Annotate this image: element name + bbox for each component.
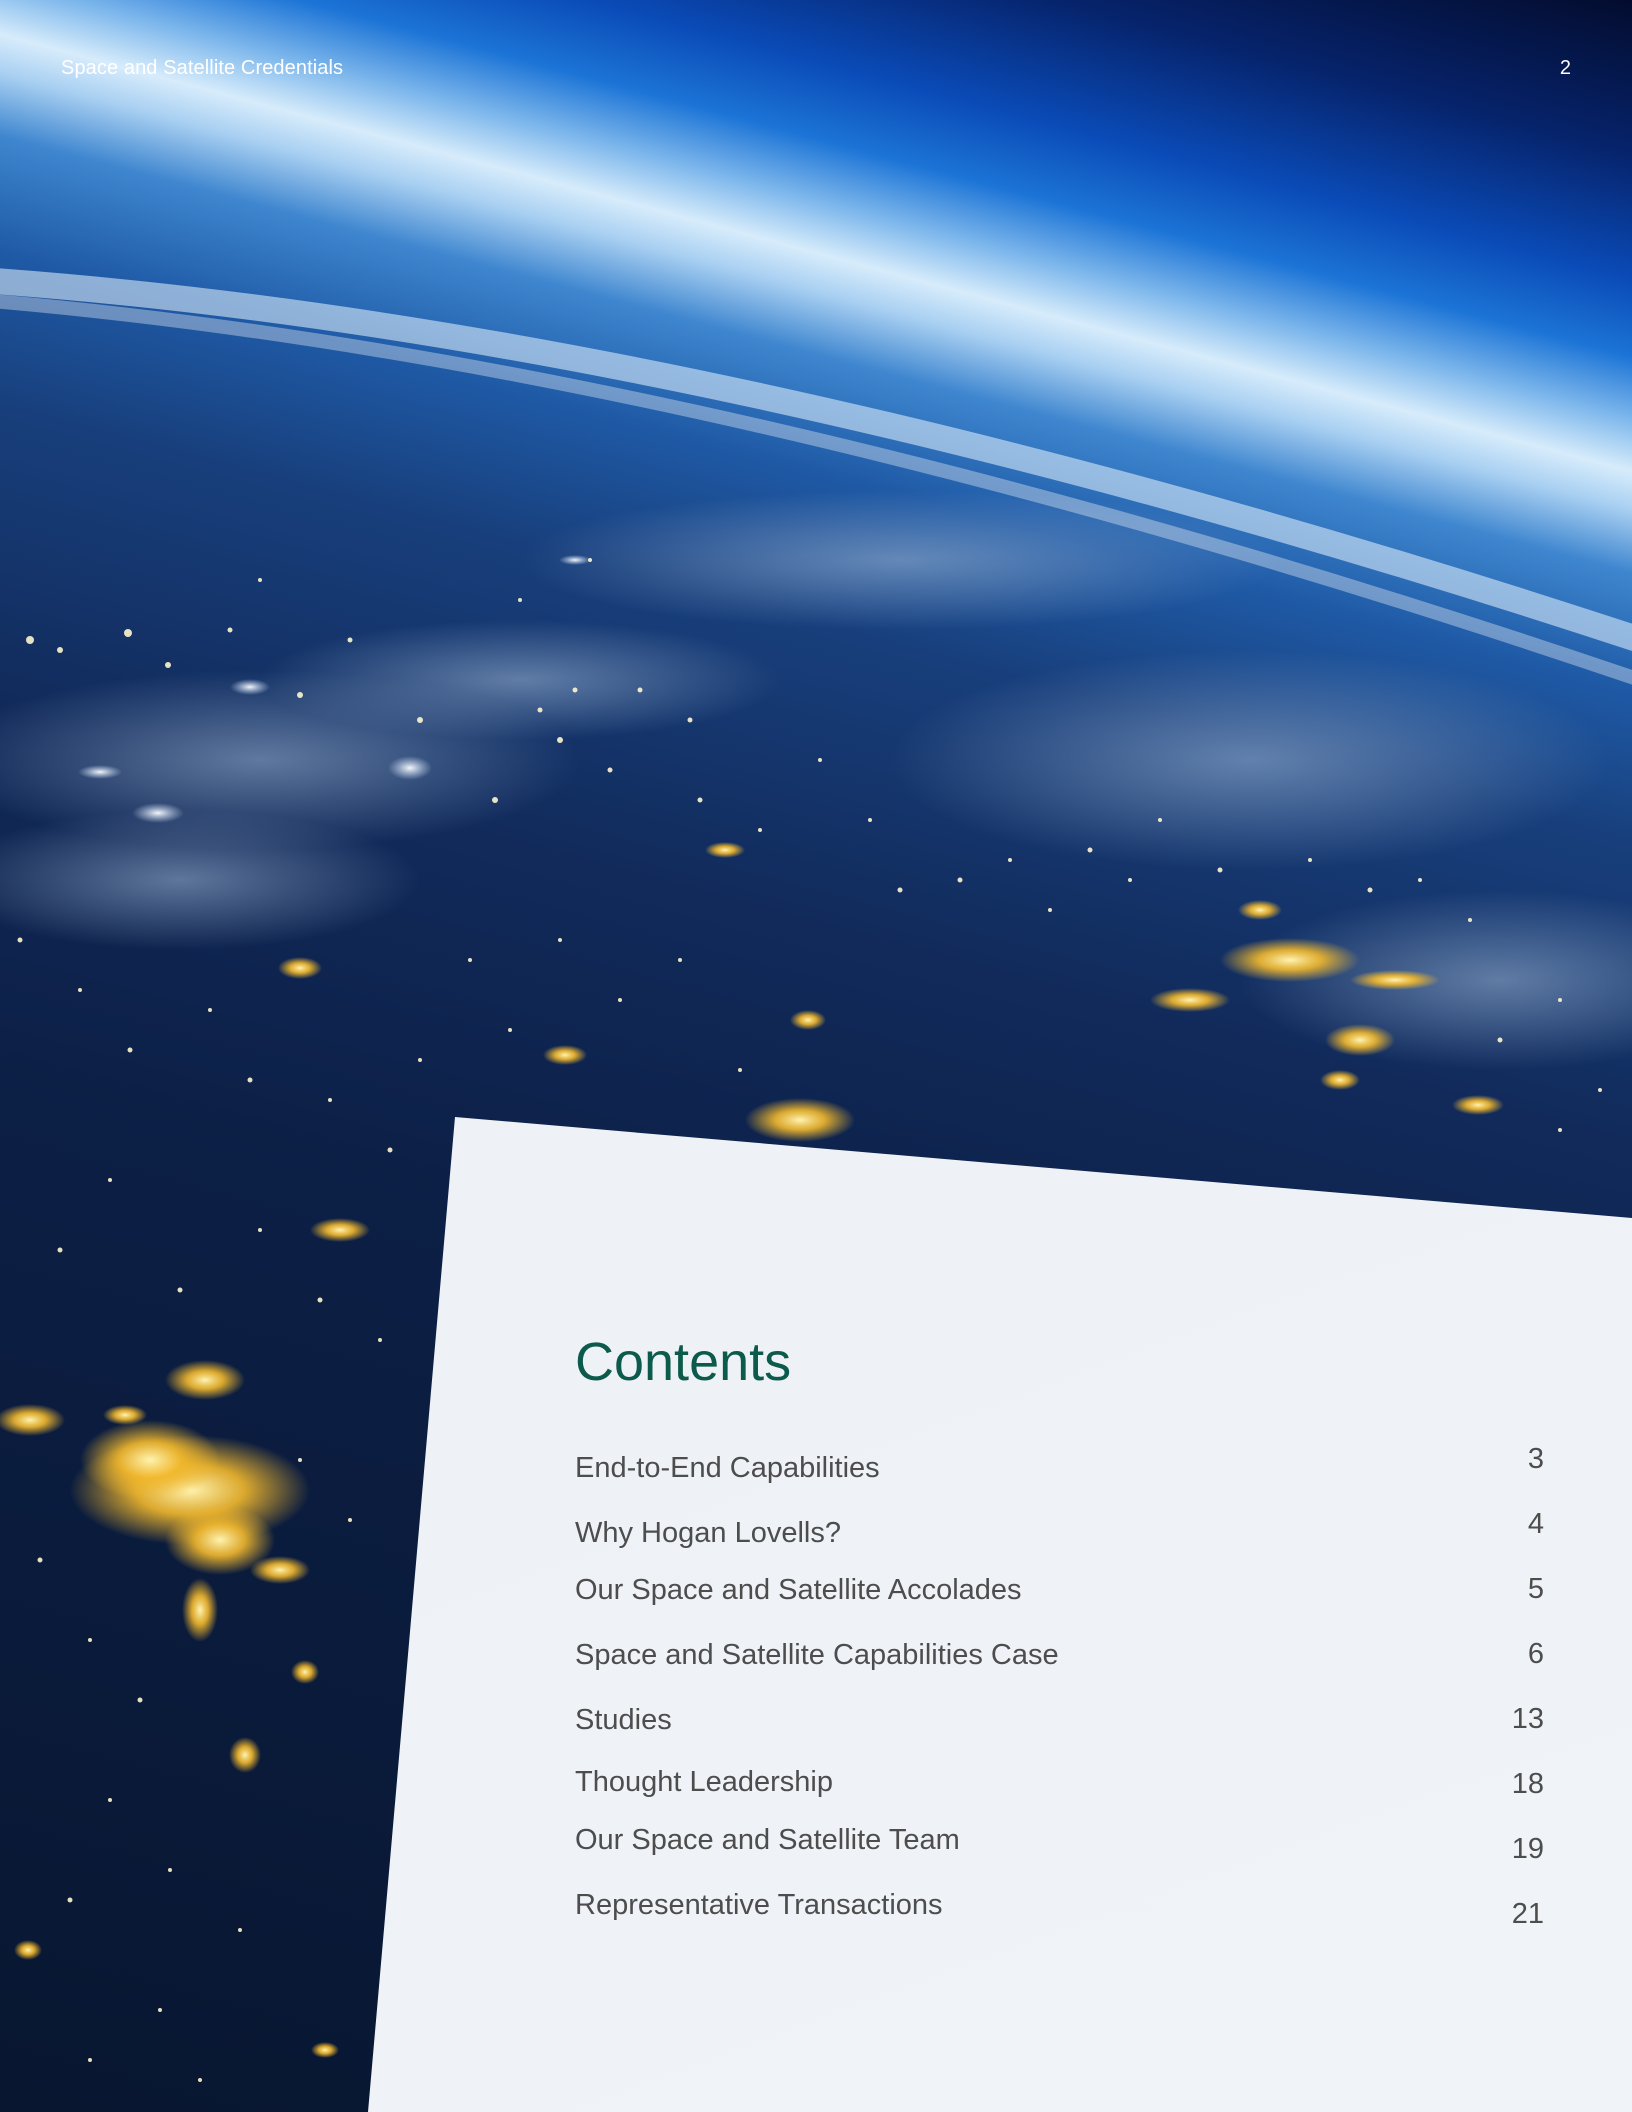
toc-page-number[interactable]: 6 <box>1528 1640 1544 1669</box>
toc-page-number[interactable]: 4 <box>1528 1510 1544 1539</box>
toc-entry-team[interactable]: Our Space and Satellite Team <box>575 1826 960 1855</box>
toc-page-number[interactable]: 3 <box>1528 1445 1544 1474</box>
toc-page-number[interactable]: 18 <box>1512 1770 1544 1799</box>
toc-page-number[interactable]: 21 <box>1512 1900 1544 1929</box>
toc-page-number[interactable]: 5 <box>1528 1575 1544 1604</box>
toc-page-number[interactable]: 13 <box>1512 1705 1544 1734</box>
toc-entry-capabilities-case[interactable]: Space and Satellite Capabilities Case <box>575 1641 1059 1670</box>
toc-entry-representative-transactions[interactable]: Representative Transactions <box>575 1891 943 1920</box>
toc-entry-end-to-end-capabilities[interactable]: End-to-End Capabilities <box>575 1454 880 1483</box>
document-header-title: Space and Satellite Credentials <box>61 57 344 79</box>
toc-page-number[interactable]: 19 <box>1512 1835 1544 1864</box>
toc-entry-studies[interactable]: Studies <box>575 1706 672 1735</box>
toc-entry-why-hogan-lovells[interactable]: Why Hogan Lovells? <box>575 1519 841 1548</box>
toc-entry-thought-leadership[interactable]: Thought Leadership <box>575 1768 833 1797</box>
page-number: 2 <box>1559 57 1571 79</box>
contents-heading: Contents <box>575 1332 792 1392</box>
toc-entry-accolades[interactable]: Our Space and Satellite Accolades <box>575 1576 1022 1605</box>
